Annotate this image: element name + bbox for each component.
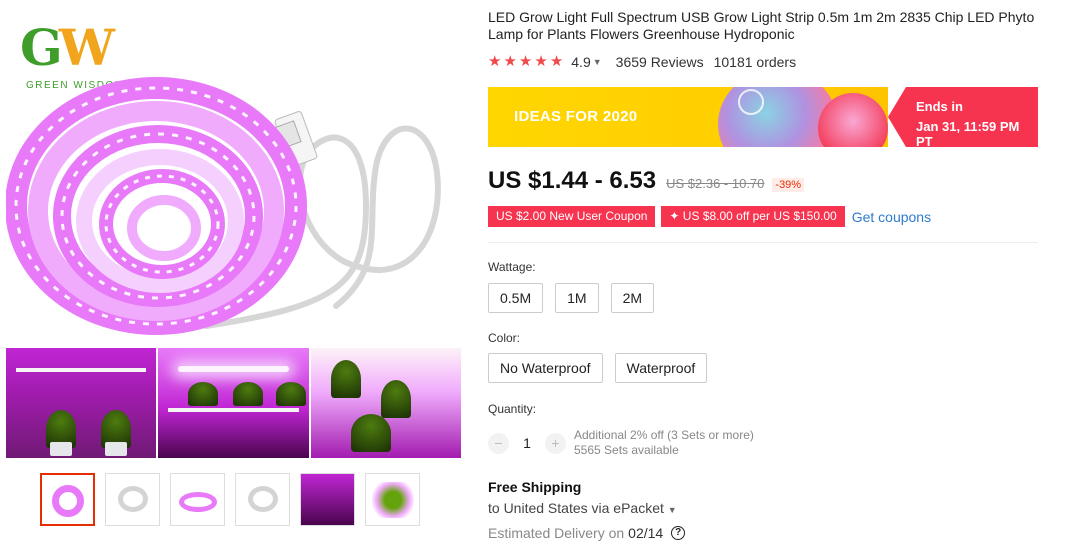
- thumbnail-4[interactable]: [235, 473, 290, 526]
- divider: [488, 242, 1038, 243]
- wattage-option-0-5m[interactable]: 0.5M: [488, 283, 544, 313]
- chevron-down-icon[interactable]: ▼: [593, 57, 602, 67]
- quantity-minus-button[interactable]: −: [488, 432, 509, 454]
- quantity-plus-button[interactable]: +: [545, 432, 566, 454]
- chevron-down-icon: ▼: [667, 505, 677, 515]
- new-user-coupon[interactable]: US $2.00 New User Coupon: [488, 206, 656, 227]
- stock-available: 5565 Sets available: [574, 443, 679, 457]
- shipping-title: Free Shipping: [488, 479, 582, 495]
- help-icon[interactable]: ?: [671, 526, 686, 540]
- quantity-stepper: − 1 + Additional 2% off (3 Sets or more)…: [488, 428, 754, 458]
- feature-photos: [6, 348, 461, 458]
- ends-time: Jan 31, 11:59 PM PT: [916, 119, 1020, 147]
- thumbnail-6[interactable]: [365, 473, 420, 526]
- wattage-options: 0.5M 1M 2M: [488, 283, 655, 313]
- feature-photo-rack[interactable]: [158, 348, 309, 458]
- star-rating[interactable]: ★ ★ ★ ★ ★: [488, 54, 563, 70]
- promo-banner[interactable]: IDEAS FOR 2020 Ends in Jan 31, 11:59 PM …: [488, 87, 1038, 147]
- main-product-image[interactable]: GW GREEN WISDOM: [6, 6, 461, 346]
- original-price: US $2.36 - 10.70: [666, 176, 765, 191]
- thumbnail-5[interactable]: [300, 473, 355, 526]
- shipping-method-label: to United States via ePacket: [488, 500, 664, 516]
- color-options: No Waterproof Waterproof: [488, 353, 708, 383]
- store-coupon[interactable]: ✦ US $8.00 off per US $150.00: [661, 206, 845, 227]
- bulk-discount-note: Additional 2% off (3 Sets or more): [574, 428, 754, 442]
- star-icon: ★: [503, 53, 517, 70]
- feature-photo-hanging-plants[interactable]: [310, 348, 461, 458]
- quantity-info: Additional 2% off (3 Sets or more) 5565 …: [574, 428, 754, 458]
- orders-count: 10181 orders: [713, 54, 797, 70]
- current-price: US $1.44 - 6.53: [488, 167, 657, 194]
- product-title: LED Grow Light Full Spectrum USB Grow Li…: [488, 9, 1035, 42]
- estimated-delivery: Estimated Delivery on 02/14 ?: [488, 525, 686, 541]
- price-row: US $1.44 - 6.53 US $2.36 - 10.70 -39%: [488, 167, 805, 195]
- reviews-link[interactable]: 3659 Reviews: [616, 54, 704, 70]
- wattage-option-2m[interactable]: 2M: [610, 283, 655, 313]
- thumbnail-2[interactable]: [105, 473, 160, 526]
- thumbnail-1[interactable]: [40, 473, 95, 526]
- led-strip-reel-illustration: [6, 77, 441, 335]
- discount-badge: -39%: [772, 178, 805, 192]
- delivery-date: 02/14: [628, 525, 664, 541]
- thumbnail-strip: [40, 473, 420, 526]
- star-icon: ★: [549, 53, 564, 70]
- wattage-label: Wattage:: [488, 260, 536, 274]
- color-label: Color:: [488, 331, 521, 345]
- quantity-label: Quantity:: [488, 402, 537, 416]
- rating-value[interactable]: 4.9: [571, 54, 590, 70]
- star-icon: ★: [518, 53, 533, 70]
- coupon-row: US $2.00 New User Coupon ✦ US $8.00 off …: [488, 206, 931, 227]
- get-coupons-link[interactable]: Get coupons: [852, 209, 931, 225]
- rating-row: ★ ★ ★ ★ ★ 4.9 ▼ 3659 Reviews 10181 order…: [488, 54, 797, 71]
- color-option-no-waterproof[interactable]: No Waterproof: [488, 353, 603, 383]
- delivery-label: Estimated Delivery on: [488, 525, 625, 541]
- countdown-box: Ends in Jan 31, 11:59 PM PT: [888, 87, 1038, 147]
- star-icon: ★: [488, 53, 502, 70]
- color-option-waterproof[interactable]: Waterproof: [614, 353, 708, 383]
- wattage-option-1m[interactable]: 1M: [555, 283, 599, 313]
- thumbnail-3[interactable]: [170, 473, 225, 526]
- ends-in-label: Ends in: [916, 99, 963, 114]
- product-gallery: GW GREEN WISDOM: [0, 0, 466, 547]
- promo-headline: IDEAS FOR 2020: [514, 108, 638, 125]
- quantity-input[interactable]: 1: [509, 435, 545, 451]
- feature-photo-shelf-plants[interactable]: [6, 348, 157, 458]
- shipping-method[interactable]: to United States via ePacket ▼: [488, 500, 677, 516]
- star-icon: ★: [534, 53, 548, 70]
